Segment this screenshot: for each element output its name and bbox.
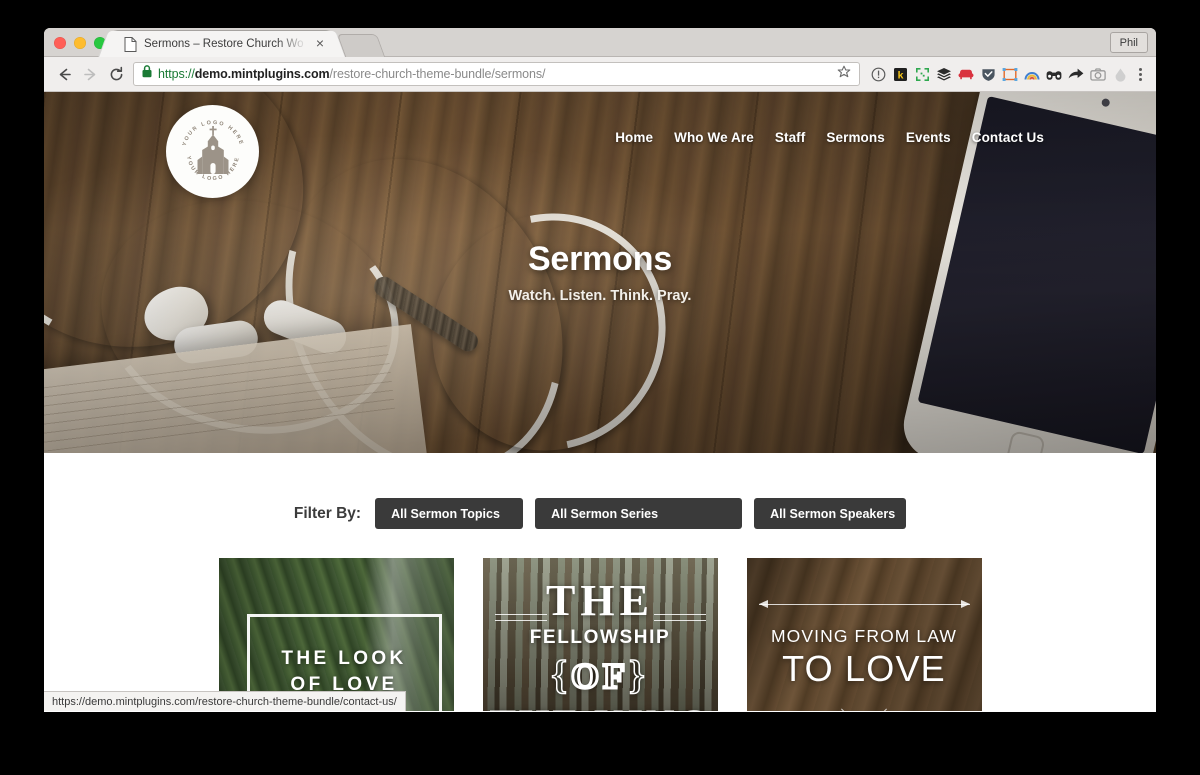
sermon-card[interactable]: MOVING FROM LAW TO LOVE	[746, 558, 982, 711]
new-tab-button[interactable]	[336, 34, 386, 57]
page-subtitle: Watch. Listen. Think. Pray.	[508, 288, 692, 304]
profile-button[interactable]: Phil	[1109, 32, 1148, 53]
hero-banner: YOUR LOGO HERE YOUR LOGO HERE Home Who W…	[44, 92, 1156, 453]
sofa-icon[interactable]	[955, 61, 977, 87]
artwork-brace-right: }	[628, 651, 649, 698]
lock-icon	[142, 65, 152, 83]
url-scheme: https://	[158, 67, 195, 81]
drop-icon[interactable]	[1109, 61, 1131, 87]
page-title: Sermons	[527, 240, 673, 278]
artwork-line-2: TO LOVE	[782, 648, 946, 689]
artwork-line-1: MOVING FROM LAW	[771, 626, 957, 646]
nav-item-events[interactable]: Events	[906, 130, 951, 145]
info-circle-icon[interactable]	[867, 61, 889, 87]
sermon-card[interactable]: THE FELLOWSHIP {OF} THE KING	[482, 558, 718, 711]
artwork-brace-left: {	[550, 651, 571, 698]
artwork-line-4: THE KING	[483, 700, 718, 711]
kebab-menu-icon[interactable]	[1131, 61, 1149, 87]
close-window-button[interactable]	[54, 37, 66, 49]
artwork-line-3-wrap: {OF}	[483, 651, 718, 698]
artwork-line-1: THE LOOK	[281, 648, 407, 669]
layers-icon[interactable]	[933, 61, 955, 87]
svg-text:k: k	[897, 69, 903, 81]
browser-window: Sermons – Restore Church Wo × Phil https…	[44, 28, 1156, 712]
share-arrow-icon[interactable]	[1065, 61, 1087, 87]
artwork-line-1: THE	[546, 576, 654, 625]
site-navigation: Home Who We Are Staff Sermons Events Con…	[615, 130, 1044, 145]
binoculars-icon[interactable]	[1043, 61, 1065, 87]
nav-item-staff[interactable]: Staff	[775, 130, 806, 145]
star-icon[interactable]	[837, 65, 851, 84]
browser-tab-active[interactable]: Sermons – Restore Church Wo ×	[112, 31, 332, 57]
camera-icon[interactable]	[1087, 61, 1109, 87]
qr-code-icon[interactable]	[911, 61, 933, 87]
crop-frame-icon[interactable]	[999, 61, 1021, 87]
filter-sermon-speakers-dropdown[interactable]: All Sermon Speakers	[754, 498, 907, 529]
page-viewport: YOUR LOGO HERE YOUR LOGO HERE Home Who W…	[44, 92, 1156, 711]
hero-text-block: Sermons Watch. Listen. Think. Pray.	[44, 240, 1156, 304]
document-icon	[124, 36, 137, 52]
back-arrow-icon[interactable]	[51, 61, 77, 87]
nav-item-contact-us[interactable]: Contact Us	[972, 130, 1044, 145]
artwork-x-mark	[832, 700, 896, 711]
k-badge-icon[interactable]: k	[889, 61, 911, 87]
church-icon: YOUR LOGO HERE YOUR LOGO HERE	[181, 119, 242, 181]
shield-icon[interactable]	[977, 61, 999, 87]
site-logo[interactable]: YOUR LOGO HERE YOUR LOGO HERE	[166, 105, 259, 198]
artwork-line-2: FELLOWSHIP	[529, 626, 671, 648]
filter-sermon-series-dropdown[interactable]: All Sermon Series	[535, 498, 743, 529]
artwork-line-3: OF	[570, 654, 629, 697]
sermon-card[interactable]: THE LOOK OF LOVE	[218, 558, 454, 711]
rainbow-icon[interactable]	[1021, 61, 1043, 87]
filter-sermon-topics-dropdown[interactable]: All Sermon Topics	[375, 498, 524, 529]
url-host: demo.mintplugins.com	[194, 67, 330, 81]
extension-toolbar: k	[867, 61, 1149, 87]
address-bar[interactable]: https://demo.mintplugins.com/restore-chu…	[133, 62, 860, 86]
forward-arrow-icon	[77, 61, 103, 87]
reload-icon[interactable]	[103, 61, 129, 87]
browser-toolbar: https://demo.mintplugins.com/restore-chu…	[44, 57, 1156, 92]
sermon-card-grid: THE LOOK OF LOVE THE FELLOWSHIP {OF} THE…	[44, 558, 1156, 711]
minimize-window-button[interactable]	[74, 37, 86, 49]
url-path: /restore-church-theme-bundle/sermons/	[329, 67, 546, 81]
filter-bar: Filter By: All Sermon Topics All Sermon …	[44, 453, 1156, 529]
browser-tab-title: Sermons – Restore Church Wo	[144, 38, 304, 50]
tab-close-icon[interactable]: ×	[314, 36, 326, 52]
window-controls	[54, 37, 106, 49]
filter-label: Filter By:	[293, 504, 362, 522]
nav-item-home[interactable]: Home	[615, 130, 653, 145]
sermon-artwork-title: THE FELLOWSHIP {OF} THE KING	[483, 576, 718, 711]
address-bar-url: https://demo.mintplugins.com/restore-chu…	[158, 67, 831, 81]
artwork-arrow-rule	[758, 600, 970, 608]
link-status-bar: https://demo.mintplugins.com/restore-chu…	[44, 691, 406, 711]
nav-item-who-we-are[interactable]: Who We Are	[674, 130, 754, 145]
browser-tab-strip: Sermons – Restore Church Wo × Phil	[44, 28, 1156, 57]
nav-item-sermons[interactable]: Sermons	[826, 130, 884, 145]
